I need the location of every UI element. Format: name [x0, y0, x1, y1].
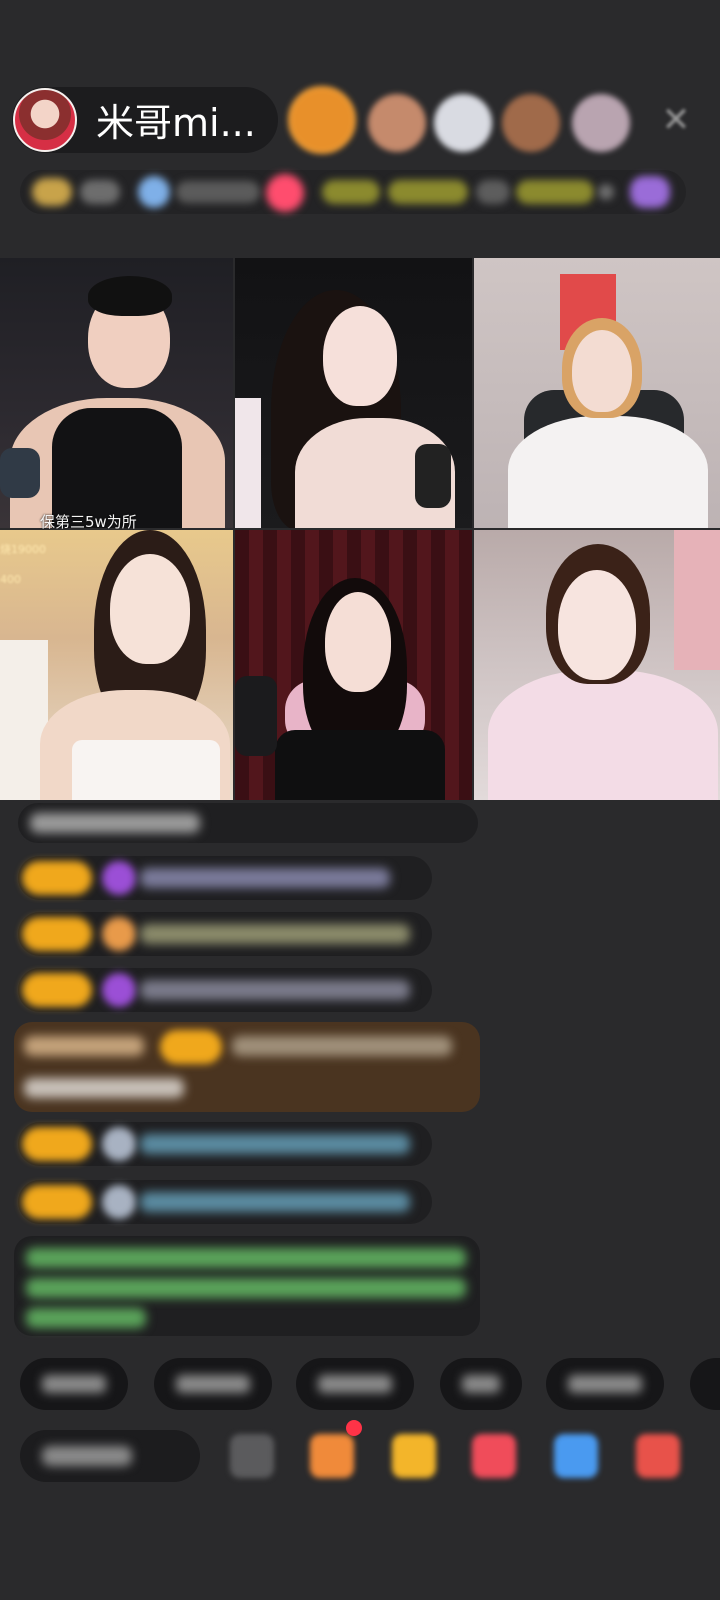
viewer-avatar[interactable]	[434, 94, 492, 152]
avatar	[102, 1185, 136, 1219]
chat-text	[140, 1134, 410, 1154]
chat-text	[232, 1036, 452, 1056]
level-badge	[22, 1127, 92, 1161]
viewer-avatar[interactable]	[572, 94, 630, 152]
quick-reply-chip[interactable]	[546, 1358, 664, 1410]
gem-icon	[102, 973, 136, 1007]
quick-reply-chip[interactable]	[296, 1358, 414, 1410]
gift-icon[interactable]	[472, 1434, 516, 1478]
system-text	[26, 1308, 146, 1328]
fans-count	[176, 181, 260, 203]
host-name[interactable]: 米哥mi...	[96, 101, 256, 145]
rank-chip	[80, 180, 120, 204]
video-tile[interactable]	[235, 258, 472, 528]
video-tile[interactable]	[474, 530, 720, 800]
more-icon[interactable]	[636, 1434, 680, 1478]
chat-text	[140, 1192, 410, 1212]
side-counter: 400	[0, 573, 21, 586]
system-text	[26, 1248, 466, 1268]
host-avatar[interactable]	[13, 88, 77, 152]
viewer-avatar[interactable]	[368, 94, 426, 152]
level-badge	[160, 1030, 222, 1064]
tag-chip	[476, 180, 510, 204]
quick-reply-chip[interactable]	[20, 1358, 128, 1410]
viewer-avatar[interactable]	[502, 94, 560, 152]
heart-chip	[266, 174, 304, 212]
fans-chip	[138, 176, 170, 208]
video-caption: 保第三5w为所	[40, 513, 137, 531]
viewer-avatar[interactable]	[288, 86, 356, 154]
level-badge	[22, 1185, 92, 1219]
quick-reply-chip[interactable]	[154, 1358, 272, 1410]
video-tile[interactable]	[235, 530, 472, 800]
video-tile[interactable]	[0, 258, 233, 528]
quick-reply-chip[interactable]	[440, 1358, 522, 1410]
level-badge	[22, 861, 92, 895]
gem-icon	[102, 861, 136, 895]
chat-text	[140, 868, 390, 888]
close-icon[interactable]: ✕	[656, 100, 696, 140]
chat-text	[24, 1036, 144, 1056]
level-badge	[22, 973, 92, 1007]
chat-text	[140, 980, 410, 1000]
tag-chip	[322, 180, 380, 204]
red-packet-icon[interactable]	[392, 1434, 436, 1478]
tag-chip	[388, 180, 468, 204]
chat-text	[30, 813, 200, 833]
emoji-icon[interactable]	[230, 1434, 274, 1478]
notification-dot	[346, 1420, 362, 1436]
level-chip	[32, 178, 72, 206]
level-badge	[22, 917, 92, 951]
video-tile[interactable]	[474, 258, 720, 528]
more-chip	[598, 184, 614, 200]
fan-icon	[102, 917, 136, 951]
system-text	[26, 1278, 466, 1298]
avatar	[102, 1127, 136, 1161]
side-counter: 烧19000	[0, 543, 46, 556]
chat-text	[24, 1078, 184, 1098]
chat-text	[140, 924, 410, 944]
chat-input-placeholder	[42, 1446, 132, 1466]
quick-reply-chip[interactable]	[690, 1358, 720, 1410]
tag-chip	[516, 180, 594, 204]
purple-badge	[630, 176, 670, 208]
video-tile[interactable]	[0, 530, 233, 800]
gift-box-icon[interactable]	[310, 1434, 354, 1478]
share-icon[interactable]	[554, 1434, 598, 1478]
